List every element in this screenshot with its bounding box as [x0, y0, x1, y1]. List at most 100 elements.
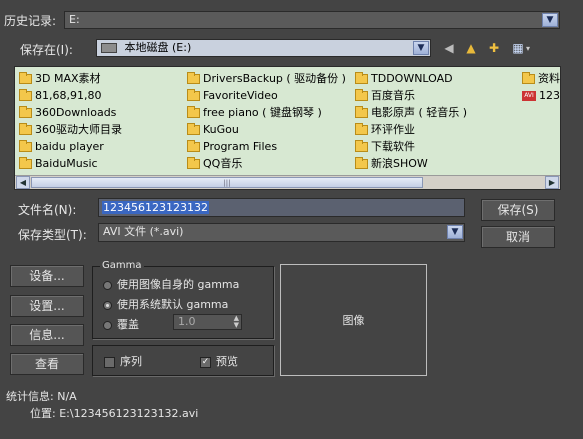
filename-value: 123456123123132	[102, 201, 209, 214]
file-name: 下载软件	[371, 140, 415, 153]
file-name: KuGou	[203, 123, 239, 136]
cancel-button[interactable]: 取消	[481, 226, 555, 248]
file-name: 资料	[538, 72, 560, 85]
new-folder-icon[interactable]: ✚	[486, 41, 502, 55]
location-row: 位置: E:\123456123123132.avi	[30, 405, 198, 421]
list-item[interactable]: baidu player	[19, 139, 104, 155]
file-name: 360Downloads	[35, 106, 117, 119]
gamma-override-radio[interactable]: 覆盖	[103, 316, 139, 332]
list-item[interactable]: 环评作业	[355, 122, 415, 138]
folder-icon	[355, 72, 368, 84]
device-button[interactable]: 设备...	[10, 265, 84, 287]
folder-icon	[19, 157, 32, 169]
preview-checkbox[interactable]: ✓ 预览	[200, 353, 238, 369]
stats-label: 统计信息:	[6, 390, 54, 403]
file-name: 环评作业	[371, 123, 415, 136]
file-name: 百度音乐	[371, 89, 415, 102]
history-combo[interactable]: E: ▼	[64, 11, 560, 29]
stats-value: N/A	[57, 390, 77, 403]
list-item[interactable]: FavoriteVideo	[187, 88, 278, 104]
file-name: 电影原声 ( 轻音乐 )	[371, 106, 468, 119]
list-item[interactable]: BaiduMusic	[19, 156, 98, 172]
radio-icon	[103, 280, 112, 290]
settings-button[interactable]: 设置...	[10, 295, 84, 317]
location-label: 位置:	[30, 407, 56, 420]
scroll-left-icon[interactable]: ◀	[16, 176, 30, 189]
folder-icon	[355, 140, 368, 152]
file-name: DriversBackup ( 驱动备份 )	[203, 72, 346, 85]
view-menu-chevron-icon[interactable]: ▾	[526, 44, 530, 53]
gamma-override-spinner[interactable]: 1.0 ▲ ▼	[173, 314, 242, 330]
sequence-label: 序列	[120, 355, 142, 368]
folder-icon	[187, 140, 200, 152]
filetype-value: AVI 文件 (*.avi)	[103, 225, 184, 238]
radio-icon	[103, 320, 112, 330]
list-item[interactable]: QQ音乐	[187, 156, 242, 172]
sequence-checkbox[interactable]: 序列	[104, 353, 142, 369]
view-menu-icon[interactable]: ▦	[510, 41, 526, 55]
folder-icon	[355, 106, 368, 118]
list-item[interactable]: 下载软件	[355, 139, 415, 155]
back-arrow-icon[interactable]: ◀	[441, 41, 457, 55]
list-item[interactable]: Program Files	[187, 139, 277, 155]
list-item[interactable]: DriversBackup ( 驱动备份 )	[187, 71, 346, 87]
list-item[interactable]: 81,68,91,80	[19, 88, 101, 104]
folder-icon	[187, 72, 200, 84]
save-button[interactable]: 保存(S)	[481, 199, 555, 221]
filetype-combo[interactable]: AVI 文件 (*.avi) ▼	[98, 223, 465, 242]
image-preview: 图像	[280, 264, 427, 376]
list-item[interactable]: KuGou	[187, 122, 239, 138]
save-in-value: 本地磁盘 (E:)	[124, 41, 192, 54]
save-in-label: 保存在(I):	[20, 43, 73, 57]
list-item[interactable]: 3D MAX素材	[19, 71, 101, 87]
view-button[interactable]: 查看	[10, 353, 84, 375]
file-name: free piano ( 键盘钢琴 )	[203, 106, 322, 119]
up-folder-icon[interactable]: ▲	[463, 41, 479, 55]
file-name: FavoriteVideo	[203, 89, 278, 102]
scroll-right-icon[interactable]: ▶	[545, 176, 559, 189]
horizontal-scrollbar[interactable]: ◀ ||| ▶	[15, 175, 560, 189]
info-button[interactable]: 信息...	[10, 324, 84, 346]
folder-icon	[19, 140, 32, 152]
list-item[interactable]: 新浪SHOW	[355, 156, 428, 172]
checkbox-checked-icon: ✓	[200, 356, 211, 368]
chevron-down-icon[interactable]: ▼	[542, 13, 558, 27]
list-item[interactable]: AVI123·	[522, 88, 560, 104]
folder-icon	[19, 89, 32, 101]
file-name: BaiduMusic	[35, 157, 98, 170]
scroll-thumb[interactable]: |||	[31, 177, 423, 188]
save-in-combo[interactable]: 本地磁盘 (E:) ▼	[96, 39, 431, 57]
folder-icon	[19, 123, 32, 135]
file-name: 360驱动大师目录	[35, 123, 122, 136]
folder-icon	[522, 72, 535, 84]
file-name: baidu player	[35, 140, 104, 153]
folder-icon	[187, 157, 200, 169]
filename-input[interactable]: 123456123123132	[98, 198, 465, 217]
file-name: TDDOWNLOAD	[371, 72, 453, 85]
spinner-arrows-icon[interactable]: ▲ ▼	[234, 315, 239, 329]
folder-icon	[19, 106, 32, 118]
checkbox-icon	[104, 356, 115, 368]
folder-icon	[187, 89, 200, 101]
gamma-own-radio[interactable]: 使用图像自身的 gamma	[103, 276, 239, 292]
gamma-system-label: 使用系统默认 gamma	[117, 298, 229, 311]
chevron-down-icon[interactable]: ▼	[447, 225, 463, 239]
list-item[interactable]: 电影原声 ( 轻音乐 )	[355, 105, 467, 121]
preview-placeholder: 图像	[342, 314, 365, 327]
file-name: 123·	[539, 89, 560, 102]
file-name: Program Files	[203, 140, 278, 153]
list-item[interactable]: 百度音乐	[355, 88, 415, 104]
list-item[interactable]: free piano ( 键盘钢琴 )	[187, 105, 322, 121]
list-item[interactable]: 360驱动大师目录	[19, 122, 122, 138]
chevron-down-icon[interactable]: ▼	[413, 41, 429, 55]
history-label: 历史记录:	[4, 14, 57, 28]
file-list[interactable]: 3D MAX素材 81,68,91,80 360Downloads 360驱动大…	[14, 66, 561, 190]
list-item[interactable]: TDDOWNLOAD	[355, 71, 453, 87]
list-item[interactable]: 资料	[522, 71, 560, 87]
gamma-own-label: 使用图像自身的 gamma	[117, 278, 240, 291]
folder-icon	[187, 106, 200, 118]
folder-icon	[355, 123, 368, 135]
gamma-override-value: 1.0	[178, 315, 196, 328]
list-item[interactable]: 360Downloads	[19, 105, 116, 121]
gamma-system-radio[interactable]: 使用系统默认 gamma	[103, 296, 228, 312]
